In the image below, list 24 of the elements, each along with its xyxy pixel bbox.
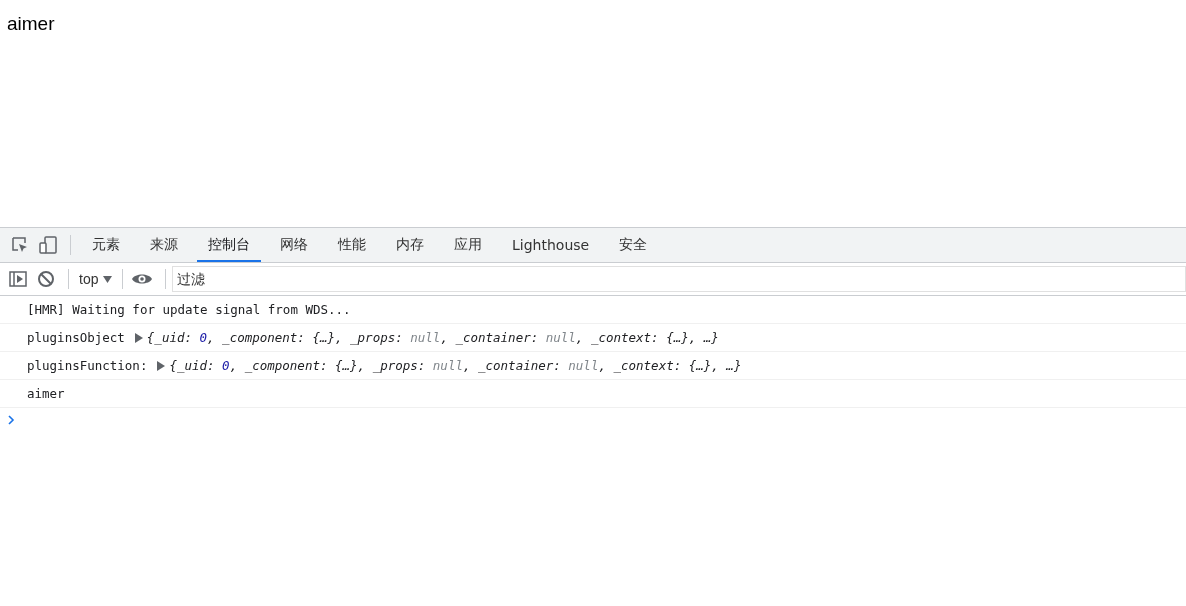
devtools-tab[interactable]: 安全 bbox=[608, 228, 659, 262]
clear-icon[interactable] bbox=[36, 269, 56, 289]
object-preview[interactable]: {_uid: 0, _component: {…}, _props: null, _container: null, _context: {…}, …} bbox=[169, 358, 742, 373]
sidebar-icon[interactable] bbox=[8, 269, 28, 289]
console-message: [HMR] Waiting for update signal from WDS... bbox=[27, 302, 351, 317]
devtools-tab[interactable]: 内存 bbox=[385, 228, 435, 262]
devtools-tab[interactable]: 元素 bbox=[81, 228, 131, 262]
devtools-tab[interactable]: 性能 bbox=[327, 228, 377, 262]
filter-field[interactable]: 过滤 bbox=[172, 266, 1186, 292]
device-icon[interactable] bbox=[38, 235, 58, 255]
prompt-icon[interactable] bbox=[8, 415, 15, 425]
context-dropdown[interactable]: top bbox=[75, 271, 117, 287]
console-label: pluginsFunction: bbox=[27, 358, 148, 373]
object-preview[interactable]: {_uid: 0, _component: {…}, _props: null, _container: null, _context: {…}, …} bbox=[146, 330, 719, 345]
caret-icon bbox=[103, 275, 113, 283]
console-message: aimer bbox=[27, 386, 65, 401]
devtools-tab[interactable]: 来源 bbox=[139, 228, 189, 262]
devtools-tab[interactable]: 网络 bbox=[269, 228, 319, 262]
expand-icon[interactable] bbox=[157, 360, 166, 371]
devtools-tab[interactable]: 应用 bbox=[443, 228, 493, 262]
console-label: pluginsObject bbox=[27, 330, 125, 345]
page-text: aimer bbox=[7, 13, 55, 34]
devtools-tab[interactable]: Lighthouse bbox=[501, 228, 601, 262]
expand-icon[interactable] bbox=[134, 332, 143, 343]
